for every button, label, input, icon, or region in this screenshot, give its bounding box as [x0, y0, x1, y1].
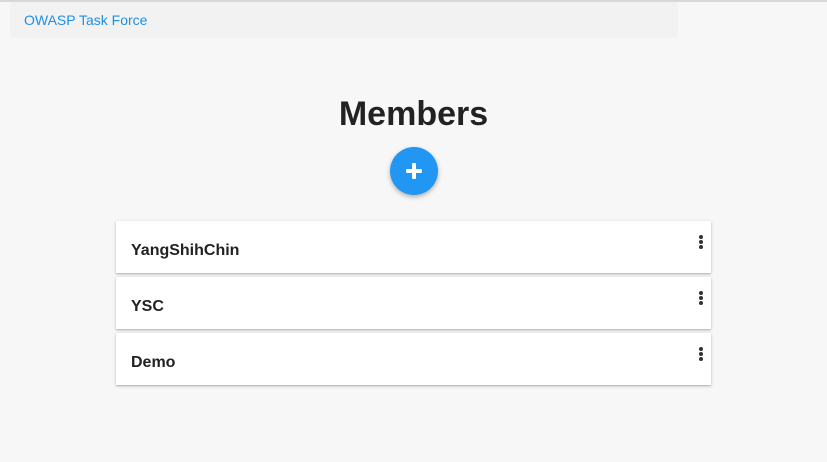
member-card[interactable]: Demo — [116, 333, 711, 385]
add-member-button[interactable] — [390, 147, 438, 195]
page-title: Members — [338, 95, 489, 133]
member-card[interactable]: YangShihChin — [116, 221, 711, 273]
plus-icon — [406, 163, 422, 179]
member-name: Demo — [131, 354, 176, 371]
more-vertical-icon[interactable] — [693, 287, 709, 307]
breadcrumb: OWASP Task Force — [10, 2, 678, 38]
member-name: YSC — [131, 298, 164, 315]
member-name: YangShihChin — [131, 242, 240, 259]
member-card[interactable]: YSC — [116, 277, 711, 329]
more-vertical-icon[interactable] — [693, 343, 709, 363]
breadcrumb-link-task-force[interactable]: OWASP Task Force — [24, 12, 147, 28]
member-list: YangShihChin YSC Demo — [116, 221, 711, 389]
more-vertical-icon[interactable] — [693, 231, 709, 251]
